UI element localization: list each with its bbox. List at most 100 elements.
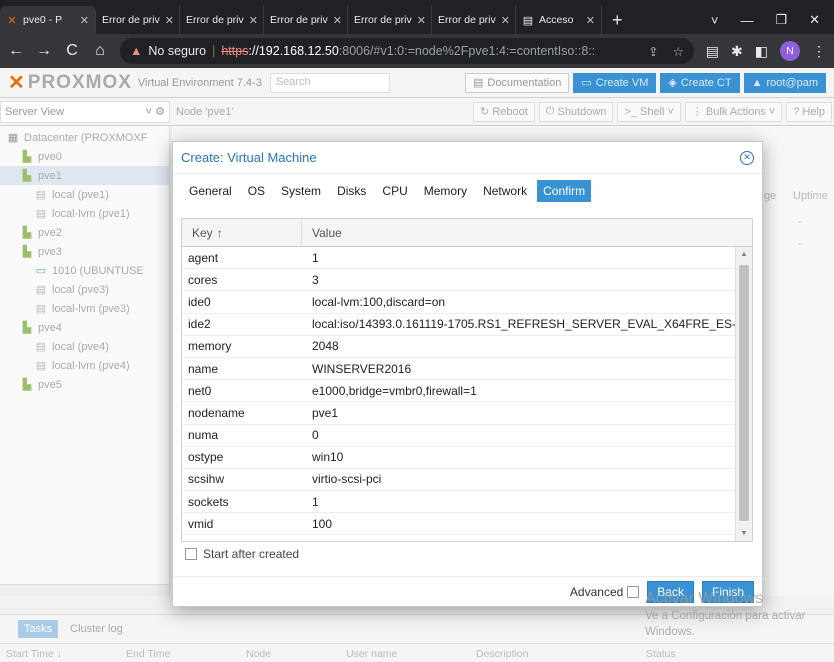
back-arrow-icon[interactable]: ← (8, 42, 24, 60)
tree-item[interactable]: ▙ pve2 (0, 223, 169, 242)
table-row[interactable]: vmid 100 (182, 513, 736, 536)
column-user-name[interactable]: User name (340, 648, 470, 660)
new-tab-button[interactable]: + (602, 6, 633, 34)
close-tab-icon[interactable]: ✕ (165, 14, 174, 27)
table-row[interactable]: ostype win10 (182, 447, 736, 469)
tab-system[interactable]: System (275, 180, 327, 202)
tree-item[interactable]: ▤ local (pve4) (0, 337, 169, 356)
scroll-thumb[interactable] (739, 265, 749, 521)
reload-icon[interactable]: C (64, 42, 80, 60)
tree-item[interactable]: ▤ local-lvm (pve3) (0, 299, 169, 318)
tree-item[interactable]: ▙ pve5 (0, 375, 169, 394)
avatar[interactable]: N (780, 41, 800, 61)
table-row[interactable]: sockets 1 (182, 491, 736, 514)
restore-icon[interactable]: ❐ (775, 12, 787, 28)
browser-tab[interactable]: Error de priv ✕ (348, 6, 432, 34)
tree-item-label: pve3 (38, 245, 62, 258)
close-icon[interactable]: ✕ (809, 12, 820, 28)
start-after-created-checkbox[interactable] (185, 548, 197, 560)
minimize-icon[interactable]: — (740, 13, 753, 28)
documentation-button[interactable]: ▤ Documentation (464, 72, 570, 93)
server-view-select[interactable]: Server View ˅ ⚙ (0, 100, 170, 123)
puzzle-icon[interactable]: ✱ (731, 43, 743, 60)
table-row[interactable]: numa 0 (182, 425, 736, 447)
table-row[interactable]: ide2 local:iso/14393.0.161119-1705.RS1_RE… (182, 314, 736, 336)
column-status[interactable]: Status (640, 648, 740, 660)
close-tab-icon[interactable]: ✕ (80, 14, 89, 27)
tree-item[interactable]: ▦ Datacenter (PROXMOXF (0, 128, 169, 147)
close-tab-icon[interactable]: ✕ (249, 14, 258, 27)
tree-item[interactable]: ▤ local-lvm (pve4) (0, 356, 169, 375)
home-icon[interactable]: ⌂ (92, 42, 108, 60)
tab-tasks[interactable]: Tasks (18, 620, 59, 638)
scroll-down-icon[interactable]: ▼ (736, 530, 752, 537)
table-row[interactable]: name WINSERVER2016 (182, 358, 736, 381)
table-row[interactable]: memory 2048 (182, 336, 736, 358)
table-row[interactable]: ide0 local-lvm:100,discard=on (182, 291, 736, 314)
browser-tab-label: Acceso (539, 14, 574, 26)
tree-item[interactable]: ▙ pve4 (0, 318, 169, 337)
column-start-time[interactable]: Start Time ↓ (0, 648, 120, 660)
table-row[interactable]: net0 e1000,bridge=vmbr0,firewall=1 (182, 380, 736, 403)
table-row[interactable]: nodename pve1 (182, 402, 736, 425)
browser-tab[interactable]: ✕ pve0 - P ✕ (0, 6, 96, 34)
close-tab-icon[interactable]: ✕ (586, 14, 595, 27)
tab-general[interactable]: General (183, 180, 238, 202)
sidebar-icon[interactable]: ◧ (755, 43, 768, 60)
shutdown-button[interactable]: ⏻ Shutdown (538, 101, 614, 122)
bulk-actions-button[interactable]: ⋮ Bulk Actions ˅ (684, 101, 783, 122)
forward-arrow-icon[interactable]: → (36, 42, 52, 60)
browser-tab[interactable]: ▤ Acceso ✕ (516, 6, 602, 34)
tab-disks[interactable]: Disks (331, 180, 372, 202)
user-menu-button[interactable]: ▲ root@pam (743, 72, 826, 93)
table-row[interactable]: scsihw virtio-scsi-pci (182, 469, 736, 492)
column-node[interactable]: Node (240, 648, 340, 660)
create-ct-button[interactable]: ◈ Create CT (660, 72, 740, 93)
close-tab-icon[interactable]: ✕ (501, 14, 510, 27)
url-field[interactable]: ▲ No seguro | https://192.168.12.50:8006… (120, 38, 694, 64)
tree-horizontal-scrollbar[interactable] (0, 584, 169, 596)
start-after-created-row[interactable]: Start after created (185, 547, 299, 561)
column-value[interactable]: Value (302, 219, 752, 246)
tree-item[interactable]: ▤ local (pve3) (0, 280, 169, 299)
advanced-toggle[interactable]: Advanced (570, 585, 640, 599)
tree-item[interactable]: ▙ pve1 (0, 166, 169, 185)
column-end-time[interactable]: End Time (120, 648, 240, 660)
extension-icon[interactable]: ▤ (706, 43, 719, 60)
browser-tab[interactable]: Error de priv ✕ (264, 6, 348, 34)
bookmark-star-icon[interactable]: ☆ (673, 44, 684, 59)
help-button[interactable]: ? Help (786, 101, 832, 122)
tree-item[interactable]: ▤ local-lvm (pve1) (0, 204, 169, 223)
close-icon[interactable]: ✕ (740, 150, 754, 165)
column-description[interactable]: Description (470, 648, 640, 660)
tab-memory[interactable]: Memory (418, 180, 473, 202)
grid-scrollbar[interactable]: ▲ ▼ (735, 247, 752, 541)
create-vm-button[interactable]: ▭ Create VM (573, 72, 657, 93)
table-row[interactable]: cores 3 (182, 269, 736, 292)
tab-cpu[interactable]: CPU (376, 180, 413, 202)
share-icon[interactable]: ⇪ (648, 44, 658, 59)
tree-item[interactable]: ▤ local (pve1) (0, 185, 169, 204)
search-input[interactable]: Search (269, 72, 390, 93)
browser-tab[interactable]: Error de priv ✕ (180, 6, 264, 34)
browser-tab[interactable]: Error de priv ✕ (432, 6, 516, 34)
menu-icon[interactable]: ⋮ (812, 43, 826, 60)
tree-item[interactable]: ▭ 1010 (UBUNTUSE (0, 261, 169, 280)
reboot-button[interactable]: ↻ Reboot (473, 101, 535, 122)
tab-network[interactable]: Network (477, 180, 533, 202)
tab-cluster-log[interactable]: Cluster log (64, 620, 129, 638)
close-tab-icon[interactable]: ✕ (333, 14, 342, 27)
gear-icon[interactable]: ˅ ⚙ (146, 105, 165, 118)
tree-item[interactable]: ▙ pve0 (0, 147, 169, 166)
close-tab-icon[interactable]: ✕ (417, 14, 426, 27)
tab-os[interactable]: OS (242, 180, 271, 202)
table-row[interactable]: agent 1 (182, 247, 736, 270)
column-key[interactable]: Key ↑ (182, 219, 302, 246)
shell-button[interactable]: >_ Shell ˅ (617, 101, 681, 122)
chevron-down-icon[interactable]: ˅ (711, 13, 719, 28)
tab-confirm[interactable]: Confirm (537, 180, 592, 202)
tree-item[interactable]: ▙ pve3 (0, 242, 169, 261)
advanced-checkbox[interactable] (627, 585, 640, 598)
browser-tab[interactable]: Error de priv ✕ (96, 6, 180, 34)
scroll-up-icon[interactable]: ▲ (736, 251, 752, 258)
